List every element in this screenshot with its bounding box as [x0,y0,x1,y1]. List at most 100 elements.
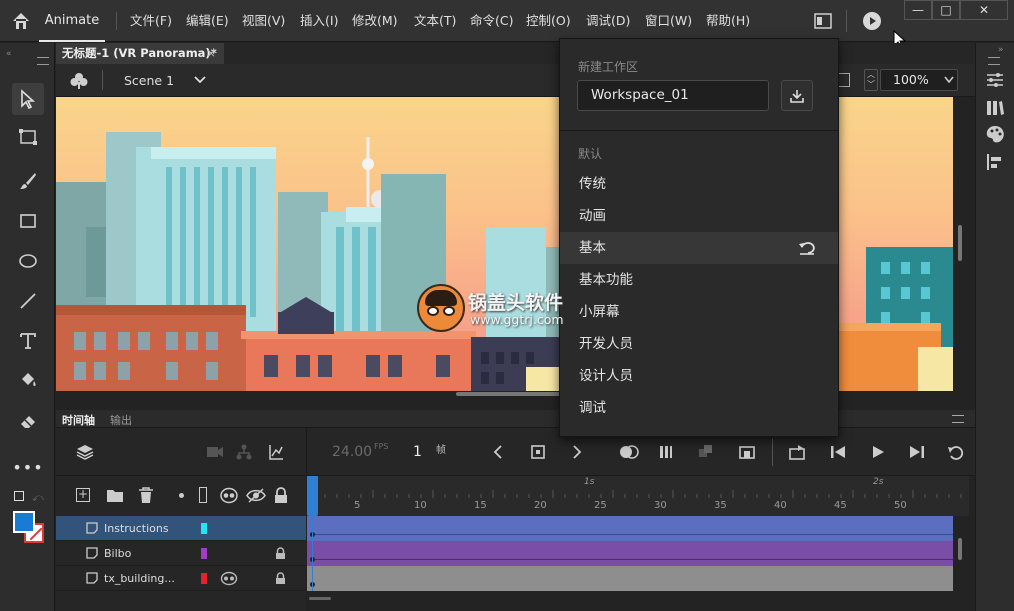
tab-timeline[interactable]: 时间轴 [62,412,95,428]
lock-icon[interactable] [274,487,288,504]
outline-layer-icon[interactable] [199,487,207,503]
layer-tx-building[interactable]: tx_building... [56,566,306,591]
timeline-horizontal-scrollbar[interactable] [309,597,331,600]
properties-icon[interactable] [984,69,1006,91]
layer-color-swatch[interactable] [201,548,207,559]
stroke-color-swatch[interactable] [13,511,35,533]
panel-expand-icon[interactable]: » [998,45,1004,55]
home-icon[interactable] [10,10,32,32]
onion-skin-icon[interactable] [619,445,639,459]
more-tools-icon[interactable]: ••• [12,451,44,483]
menu-view[interactable]: 视图(V) [242,0,285,42]
library-icon[interactable] [984,97,1006,119]
clip-stage-icon[interactable] [838,73,850,87]
text-tool[interactable] [12,325,44,357]
playhead[interactable] [307,476,318,516]
save-workspace-button[interactable] [781,80,813,111]
sync-graphic-icon[interactable] [698,444,714,460]
rectangle-tool[interactable] [12,205,44,237]
workspace-item-essentials[interactable]: 基本功能 [560,264,838,296]
minimize-button[interactable]: — [904,0,932,20]
reset-workspace-icon[interactable] [798,240,816,256]
new-folder-icon[interactable] [106,488,124,503]
frames-bilbo[interactable] [307,541,953,566]
workspace-item-basic[interactable]: 基本 [560,232,838,264]
graph-icon[interactable] [268,444,284,460]
menu-insert[interactable]: 插入(I) [300,0,338,42]
menu-text[interactable]: 文本(T) [414,0,456,42]
brush-tool[interactable] [12,165,44,197]
advanced-layer-icon[interactable] [220,571,238,586]
frames-tx-building[interactable] [307,566,953,591]
layer-parenting-icon[interactable] [236,444,252,460]
color-palette-icon[interactable] [984,123,1006,145]
paint-bucket-tool[interactable] [12,365,44,397]
prev-frame-chevron-icon[interactable] [493,445,503,459]
zoom-stepper[interactable]: ︿ ﹀ [864,69,878,91]
layer-bilbo[interactable]: Bilbo [56,541,306,566]
line-tool[interactable] [12,285,44,317]
tab-output[interactable]: 输出 [110,412,132,428]
layer-name[interactable]: Bilbo [104,547,131,560]
layer-instructions[interactable]: Instructions [56,516,306,541]
layer-lock-icon[interactable] [275,547,286,560]
edit-multiple-frames-icon[interactable] [658,444,674,460]
timeline-ruler[interactable]: 1s 2s 5 10 15 20 25 30 35 40 45 50 [307,476,969,516]
zoom-dropdown-icon[interactable] [944,76,954,84]
eraser-tool[interactable] [12,405,44,437]
workspace-item-small-screen[interactable]: 小屏幕 [560,296,838,328]
layer-name[interactable]: tx_building... [104,572,175,585]
swap-colors-icon[interactable]: ⤺ [32,491,44,505]
timeline-vertical-scrollbar[interactable] [958,538,962,560]
visibility-eye-icon[interactable] [246,487,266,504]
panel-menu-icon[interactable] [988,57,1000,65]
workspace-item-developer[interactable]: 开发人员 [560,328,838,360]
default-colors-icon[interactable] [14,491,24,501]
layer-lock-icon[interactable] [275,572,286,585]
step-back-icon[interactable] [830,445,846,459]
layer-color-swatch[interactable] [201,573,207,584]
advanced-layers-icon[interactable] [219,487,239,504]
workspace-switcher-icon[interactable] [814,13,832,29]
play-icon[interactable] [871,445,885,459]
layer-color-swatch[interactable] [201,523,207,534]
stage-horizontal-scrollbar[interactable] [456,392,566,396]
camera-icon[interactable] [206,445,224,459]
symbol-clubs-icon[interactable] [70,72,88,90]
close-tab-icon[interactable]: × [206,43,216,64]
maximize-button[interactable]: □ [932,0,960,20]
loop-icon[interactable] [788,443,806,461]
align-icon[interactable] [984,151,1006,173]
menu-help[interactable]: 帮助(H) [706,0,750,42]
center-frame-icon[interactable] [530,444,546,460]
oval-tool[interactable] [12,245,44,277]
delete-layer-icon[interactable] [138,487,154,504]
chevron-down-icon[interactable] [194,76,206,84]
current-frame[interactable]: 1 [413,444,422,460]
frames-instructions[interactable] [307,516,953,541]
workspace-item-traditional[interactable]: 传统 [560,168,838,200]
app-name[interactable]: Animate [39,0,105,42]
workspace-item-animation[interactable]: 动画 [560,200,838,232]
menu-edit[interactable]: 编辑(E) [186,0,229,42]
workspace-item-debug[interactable]: 调试 [560,392,838,424]
fps-value[interactable]: 24.00 [332,444,372,460]
workspace-name-input[interactable]: Workspace_01 [577,80,769,111]
timeline-menu-icon[interactable] [952,415,964,423]
panel-menu-icon[interactable] [37,57,49,65]
stage-vertical-scrollbar[interactable] [958,225,962,261]
workspace-item-designer[interactable]: 设计人员 [560,360,838,392]
document-tab[interactable]: 无标题-1 (VR Panorama)* × [56,43,224,64]
insert-frame-icon[interactable] [738,444,756,460]
layer-name[interactable]: Instructions [104,522,169,535]
rewind-loop-icon[interactable] [947,444,965,460]
new-layer-icon[interactable]: + [76,488,90,502]
next-frame-chevron-icon[interactable] [572,445,582,459]
free-transform-tool[interactable] [12,121,44,153]
menu-commands[interactable]: 命令(C) [470,0,513,42]
menu-window[interactable]: 窗口(W) [645,0,692,42]
step-forward-icon[interactable] [909,445,925,459]
scene-name[interactable]: Scene 1 [124,73,174,88]
menu-modify[interactable]: 修改(M) [352,0,398,42]
layers-icon[interactable] [76,443,94,461]
